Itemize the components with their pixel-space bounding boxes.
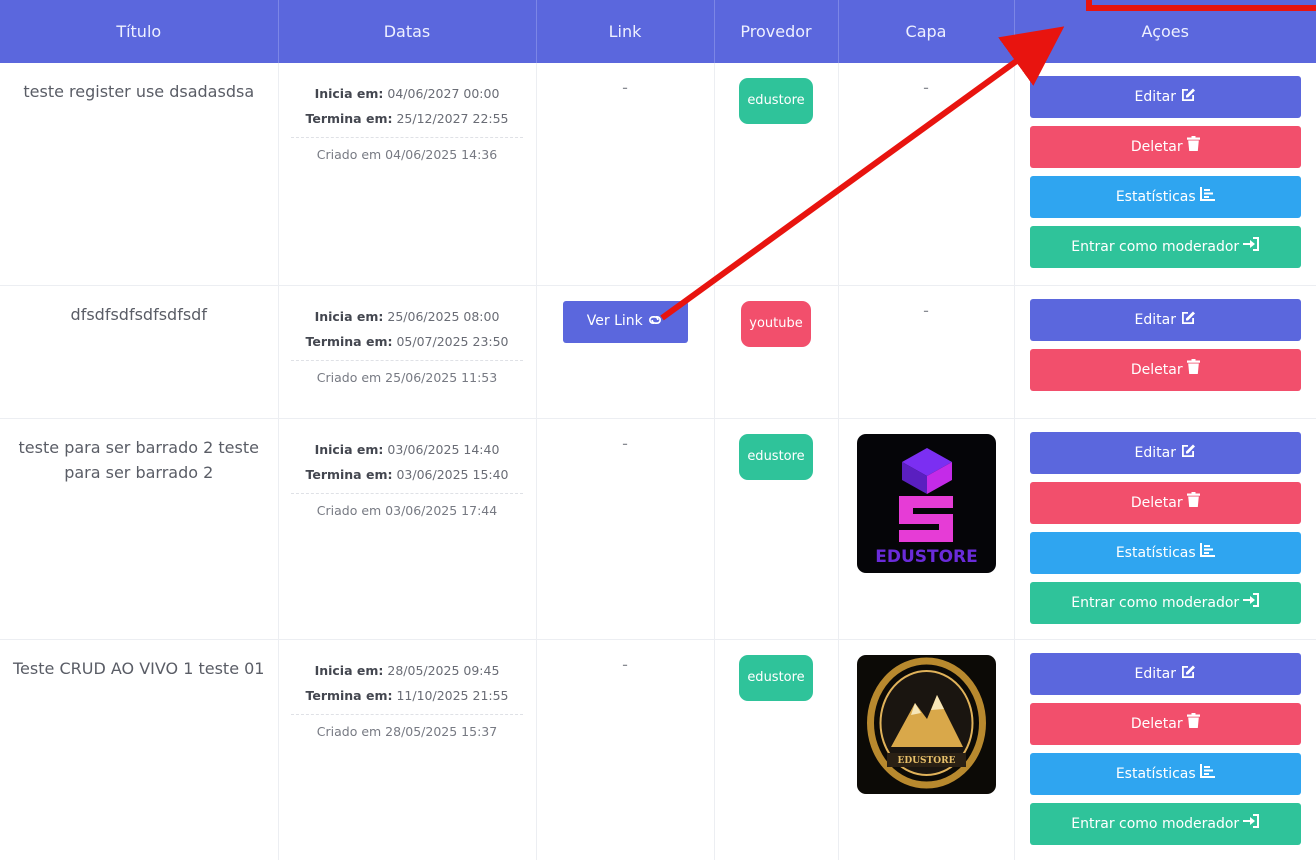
provider-badge: edustore: [739, 654, 813, 701]
start-date: Inicia em: 03/06/2025 14:40: [314, 441, 500, 457]
trash-icon: [1186, 349, 1200, 391]
divider: [291, 359, 523, 361]
created-date: Criado em 28/05/2025 15:37: [316, 723, 498, 739]
delete-button[interactable]: Deletar: [1029, 481, 1301, 524]
pencil-square-icon: [1180, 76, 1196, 118]
start-date: Inicia em: 28/05/2025 09:45: [314, 662, 500, 678]
delete-button[interactable]: Deletar: [1029, 348, 1301, 391]
row-actions: Editar Deletar: [1014, 285, 1316, 419]
end-date: Termina em: 11/10/2025 21:55: [305, 687, 509, 703]
link-icon: [647, 313, 663, 329]
row-title: teste para ser barrado 2 teste para ser …: [0, 418, 279, 640]
row-actions: Editar Deletar Estatísticas Entrar como …: [1014, 63, 1316, 286]
stats-button[interactable]: Estatísticas: [1029, 752, 1301, 795]
trash-icon: [1186, 482, 1200, 524]
stats-button[interactable]: Estatísticas: [1029, 176, 1301, 218]
stats-button[interactable]: Estatísticas: [1029, 531, 1301, 574]
row-provider: edustore: [714, 418, 839, 640]
edit-button[interactable]: Editar: [1029, 76, 1301, 118]
enter-arrow-icon: [1243, 803, 1260, 845]
row-link: Ver Link: [536, 285, 715, 419]
table-header-row: Título Datas Link Provedor Capa Açoes: [0, 0, 1316, 63]
row-dates: Inicia em: 28/05/2025 09:45 Termina em: …: [278, 639, 537, 860]
row-title: dfsdfsdfsdfsdfsdf: [0, 285, 279, 419]
empty-cover: -: [923, 78, 929, 97]
cover-logo-text: EDUSTORE: [875, 547, 978, 567]
cover-image: EDUSTORE: [856, 433, 996, 573]
edit-button[interactable]: Editar: [1029, 298, 1301, 341]
trash-icon: [1186, 126, 1200, 168]
created-date: Criado em 04/06/2025 14:36: [316, 147, 498, 162]
provider-badge: edustore: [739, 78, 813, 124]
row-dates: Inicia em: 25/06/2025 08:00 Termina em: …: [278, 285, 537, 419]
row-title: teste register use dsadasdsa: [0, 63, 279, 286]
end-date: Termina em: 03/06/2025 15:40: [305, 466, 509, 482]
row-cover: EDUSTORE: [838, 418, 1015, 640]
row-title: Teste CRUD AO VIVO 1 teste 01: [0, 639, 279, 860]
table-row: Teste CRUD AO VIVO 1 teste 01 Inicia em:…: [0, 639, 1316, 860]
empty-link: -: [622, 433, 628, 453]
cover-logo-text: EDUSTORE: [897, 756, 955, 766]
start-date: Inicia em: 25/06/2025 08:00: [314, 308, 500, 324]
row-actions: Editar Deletar Estatísticas Entrar como …: [1014, 418, 1316, 640]
header-link: Link: [536, 0, 715, 63]
enter-arrow-icon: [1243, 226, 1260, 268]
divider: [291, 137, 523, 138]
delete-button[interactable]: Deletar: [1029, 702, 1301, 745]
lives-table: Título Datas Link Provedor Capa Açoes te…: [0, 0, 1316, 860]
divider: [291, 492, 523, 494]
pencil-square-icon: [1180, 432, 1196, 474]
table-row: teste para ser barrado 2 teste para ser …: [0, 418, 1316, 640]
table-row: dfsdfsdfsdfsdfsdf Inicia em: 25/06/2025 …: [0, 285, 1316, 419]
header-provider: Provedor: [714, 0, 839, 63]
empty-link: -: [622, 654, 628, 674]
header-dates: Datas: [278, 0, 537, 63]
edit-button[interactable]: Editar: [1029, 431, 1301, 474]
enter-moderator-button[interactable]: Entrar como moderador: [1029, 802, 1301, 845]
end-date: Termina em: 25/12/2027 22:55: [305, 111, 509, 126]
divider: [291, 713, 523, 715]
view-link-button[interactable]: Ver Link: [562, 300, 688, 343]
row-cover: -: [838, 285, 1015, 419]
row-provider: edustore: [714, 63, 839, 286]
row-dates: Inicia em: 04/06/2027 00:00 Termina em: …: [278, 63, 537, 286]
header-actions: Açoes: [1141, 22, 1189, 41]
enter-moderator-button[interactable]: Entrar como moderador: [1029, 226, 1301, 268]
enter-arrow-icon: [1243, 582, 1260, 624]
edit-button[interactable]: Editar: [1029, 652, 1301, 695]
row-provider: youtube: [714, 285, 839, 419]
header-title: Título: [0, 0, 279, 63]
row-cover: -: [838, 63, 1015, 286]
end-date: Termina em: 05/07/2025 23:50: [305, 333, 509, 349]
row-provider: edustore: [714, 639, 839, 860]
header-cover: Capa: [838, 0, 1015, 63]
table-row: teste register use dsadasdsa Inicia em: …: [0, 63, 1316, 286]
row-dates: Inicia em: 03/06/2025 14:40 Termina em: …: [278, 418, 537, 640]
row-link: -: [536, 418, 715, 640]
row-actions: Editar Deletar Estatísticas Entrar como …: [1014, 639, 1316, 860]
provider-badge: youtube: [741, 300, 811, 347]
empty-cover: -: [923, 300, 929, 320]
row-link: -: [536, 639, 715, 860]
pencil-square-icon: [1180, 653, 1196, 695]
row-cover: EDUSTORE: [838, 639, 1015, 860]
chart-bars-icon: [1199, 176, 1215, 218]
provider-badge: edustore: [739, 433, 813, 480]
chart-bars-icon: [1199, 753, 1215, 795]
delete-button[interactable]: Deletar: [1029, 126, 1301, 168]
pencil-square-icon: [1180, 299, 1196, 341]
row-link: -: [536, 63, 715, 286]
created-date: Criado em 25/06/2025 11:53: [316, 369, 498, 385]
empty-link: -: [622, 78, 628, 97]
cover-image: EDUSTORE: [856, 654, 996, 794]
start-date: Inicia em: 04/06/2027 00:00: [314, 86, 500, 101]
trash-icon: [1186, 703, 1200, 745]
chart-bars-icon: [1199, 532, 1215, 574]
created-date: Criado em 03/06/2025 17:44: [316, 502, 498, 518]
enter-moderator-button[interactable]: Entrar como moderador: [1029, 581, 1301, 624]
